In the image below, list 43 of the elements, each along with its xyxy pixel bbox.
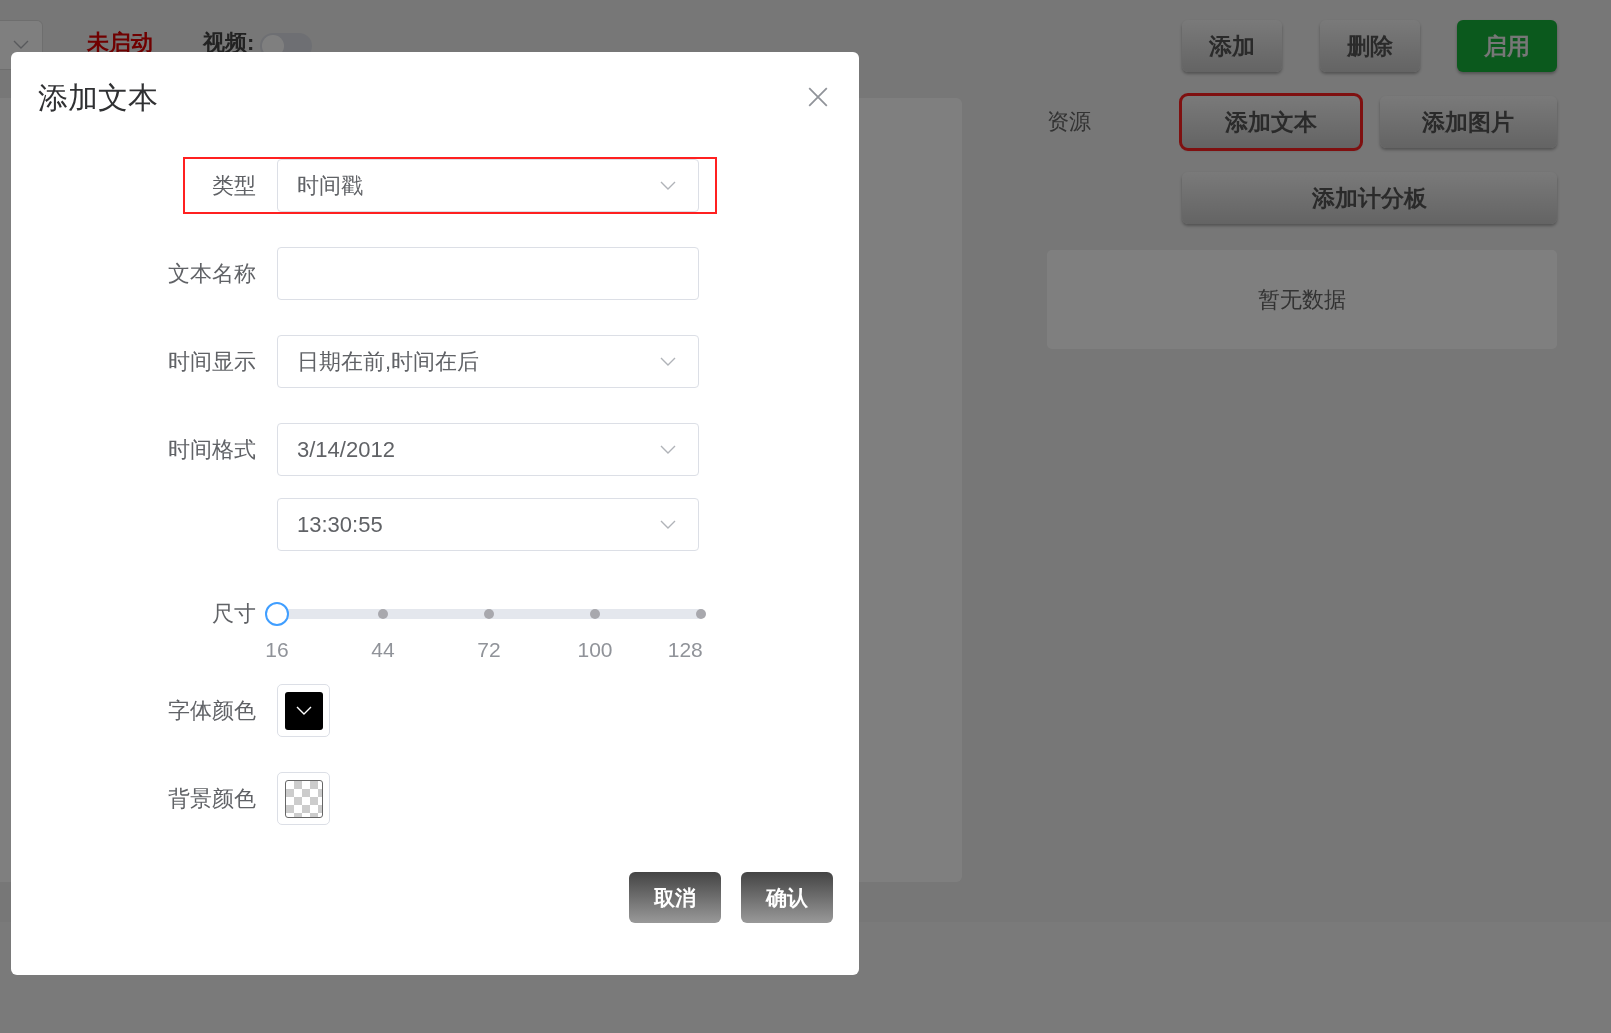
select-field[interactable]: 3/14/2012 xyxy=(277,423,699,476)
select-field[interactable]: 时间戳 xyxy=(277,159,699,212)
dialog-button[interactable]: 取消 xyxy=(629,872,721,923)
chevron-down-icon xyxy=(295,705,312,716)
slider-stop xyxy=(484,609,494,619)
slider-mark-label: 44 xyxy=(371,638,395,662)
color-picker[interactable] xyxy=(277,772,330,825)
slider-stop xyxy=(696,609,706,619)
resources-label: 资源 xyxy=(1047,108,1092,136)
status-text: 未启动 xyxy=(87,29,153,57)
field-label: 类型 xyxy=(211,171,256,200)
add-button[interactable]: 添加文本 xyxy=(1182,96,1360,148)
video-label: 视频: xyxy=(203,29,255,57)
slider-stop xyxy=(590,609,600,619)
chevron-down-icon xyxy=(660,519,676,530)
chevron-down-icon xyxy=(660,444,676,455)
slider-thumb[interactable] xyxy=(265,602,289,626)
chevron-down-icon xyxy=(660,180,676,191)
field-label: 时间格式 xyxy=(167,435,256,464)
close-icon[interactable] xyxy=(807,86,829,108)
action-button[interactable]: 添加 xyxy=(1182,20,1282,72)
select-field[interactable]: 13:30:55 xyxy=(277,498,699,551)
slider-stop xyxy=(378,609,388,619)
select-field[interactable]: 日期在前,时间在后 xyxy=(277,335,699,388)
slider-mark-label: 16 xyxy=(265,638,289,662)
field-label: 字体颜色 xyxy=(167,696,256,725)
slider-mark-label: 128 xyxy=(667,638,703,662)
slider-mark-label: 100 xyxy=(577,638,613,662)
chevron-down-icon xyxy=(13,40,29,50)
slider-mark-label: 72 xyxy=(477,638,501,662)
field-label: 文本名称 xyxy=(167,259,256,288)
add-button[interactable]: 添加计分板 xyxy=(1182,172,1557,224)
field-label: 时间显示 xyxy=(167,347,256,376)
empty-text: 暂无数据 xyxy=(1258,285,1346,314)
input-field[interactable] xyxy=(277,247,699,300)
dialog-button[interactable]: 确认 xyxy=(741,872,833,923)
color-picker[interactable] xyxy=(277,684,330,737)
dialog-title: 添加文本 xyxy=(38,80,158,116)
field-label: 背景颜色 xyxy=(167,784,256,813)
chevron-down-icon xyxy=(660,356,676,367)
add-button[interactable]: 添加图片 xyxy=(1379,96,1557,148)
action-button[interactable]: 删除 xyxy=(1319,20,1420,72)
field-label: 尺寸 xyxy=(211,600,256,628)
